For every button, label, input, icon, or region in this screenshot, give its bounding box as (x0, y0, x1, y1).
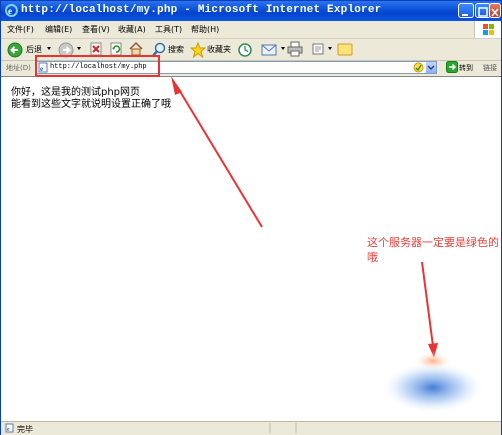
window-title: http://localhost/my.php - Microsoft Inte… (21, 4, 382, 16)
minimize-button[interactable] (458, 3, 474, 18)
chevron-down-icon (427, 65, 435, 70)
favorites-button[interactable]: 收藏夹 (190, 41, 236, 58)
server-tray-highlight-icon (381, 351, 485, 411)
status-text: 完毕 (17, 425, 33, 434)
address-dropdown-button[interactable] (426, 62, 436, 73)
edit-button[interactable] (311, 41, 325, 58)
svg-text:e: e (7, 427, 10, 433)
back-arrow-icon (7, 42, 23, 58)
address-label: 地址(D) (6, 64, 31, 72)
mail-dropdown-icon[interactable] (281, 47, 285, 50)
mail-icon (261, 44, 277, 56)
title-bar[interactable]: e http://localhost/my.php - Microsoft In… (1, 1, 501, 21)
menu-bar: 文件(F) 编辑(E) 查看(V) 收藏(A) 工具(T) 帮助(H) (1, 21, 501, 39)
history-button[interactable] (237, 41, 253, 58)
folder-icon (337, 43, 353, 56)
close-button[interactable] (489, 3, 501, 18)
star-icon (190, 42, 206, 58)
compatibility-icon[interactable] (413, 62, 424, 73)
edit-dropdown-icon[interactable] (328, 47, 332, 50)
printer-icon (287, 41, 303, 57)
back-label: 后退 (26, 45, 42, 54)
go-arrow-icon (446, 61, 458, 73)
page-done-icon: e (5, 423, 14, 433)
annotation-text: 这个服务器一定要是绿色的哦 (367, 236, 499, 264)
links-button[interactable]: 链接 (483, 63, 497, 73)
windows-flag-icon (474, 21, 501, 38)
favorites-label: 收藏夹 (207, 45, 231, 54)
go-button[interactable]: 转到 (446, 61, 476, 74)
svg-text:e: e (8, 6, 12, 16)
menu-file[interactable]: 文件(F) (7, 24, 34, 35)
page-text-line-2: 能看到这些文字就说明设置正确了哦 (11, 99, 171, 110)
status-bar: e 完毕 (1, 421, 501, 435)
maximize-icon (478, 7, 488, 17)
menu-favorites[interactable]: 收藏(A) (118, 24, 146, 35)
status-panel-divider-icon (269, 423, 297, 433)
edit-page-icon (312, 43, 324, 55)
forward-dropdown-icon[interactable] (77, 47, 81, 50)
print-button[interactable] (287, 41, 303, 58)
go-label: 转到 (459, 64, 473, 72)
menu-help[interactable]: 帮助(H) (191, 24, 219, 35)
menu-view[interactable]: 查看(V) (82, 24, 110, 35)
ie-logo-icon: e (5, 4, 18, 17)
minimize-icon (462, 14, 468, 16)
back-dropdown-icon[interactable] (47, 47, 51, 50)
history-icon (238, 43, 252, 57)
address-highlight-box (35, 55, 160, 77)
folder-button[interactable] (337, 41, 353, 58)
menu-edit[interactable]: 编辑(E) (45, 24, 72, 35)
close-icon (491, 8, 499, 17)
menu-tools[interactable]: 工具(T) (155, 24, 182, 35)
mail-button[interactable] (261, 41, 279, 58)
search-label: 搜索 (168, 45, 184, 54)
